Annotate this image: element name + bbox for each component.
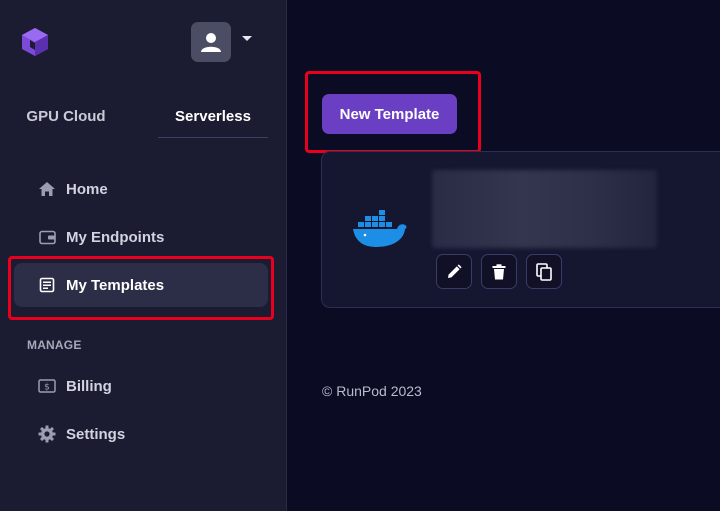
- tab-gpu-cloud[interactable]: GPU Cloud: [12, 108, 120, 138]
- sidebar: GPU Cloud Serverless Home My Endpoints M…: [0, 0, 287, 511]
- wallet-icon: [38, 228, 56, 246]
- svg-text:$: $: [44, 383, 50, 393]
- edit-icon: [448, 263, 462, 278]
- dollar-icon: $: [38, 377, 56, 395]
- sidebar-item-label: My Templates: [66, 276, 165, 294]
- sidebar-item-billing[interactable]: $ Billing: [14, 364, 268, 408]
- sidebar-item-label: Home: [66, 180, 108, 198]
- docker-icon: [353, 210, 407, 247]
- sidebar-item-my-endpoints[interactable]: My Endpoints: [14, 215, 268, 259]
- delete-template-button[interactable]: [481, 254, 517, 289]
- copy-template-button[interactable]: [526, 254, 562, 289]
- template-card[interactable]: [321, 151, 720, 308]
- sidebar-item-my-templates[interactable]: My Templates: [14, 263, 268, 307]
- sidebar-item-label: Settings: [66, 425, 126, 443]
- sidebar-item-home[interactable]: Home: [14, 167, 268, 211]
- runpod-logo-icon[interactable]: [21, 27, 49, 57]
- template-title-redacted: [432, 170, 657, 248]
- document-icon: [38, 276, 56, 294]
- gear-icon: [38, 425, 56, 443]
- chevron-down-icon[interactable]: [242, 36, 252, 41]
- tab-serverless[interactable]: Serverless: [158, 108, 268, 138]
- sidebar-item-settings[interactable]: Settings: [14, 412, 268, 456]
- delete-icon: [492, 263, 506, 279]
- new-template-button[interactable]: New Template: [322, 94, 457, 134]
- copy-icon: [536, 262, 552, 281]
- sidebar-item-label: Billing: [66, 377, 112, 395]
- home-icon: [38, 180, 56, 198]
- section-label-manage: MANAGE: [27, 338, 82, 352]
- user-avatar-button[interactable]: [191, 22, 231, 62]
- sidebar-item-label: My Endpoints: [66, 228, 165, 246]
- footer-copyright: © RunPod 2023: [322, 383, 422, 399]
- user-icon: [201, 33, 221, 52]
- edit-template-button[interactable]: [436, 254, 472, 289]
